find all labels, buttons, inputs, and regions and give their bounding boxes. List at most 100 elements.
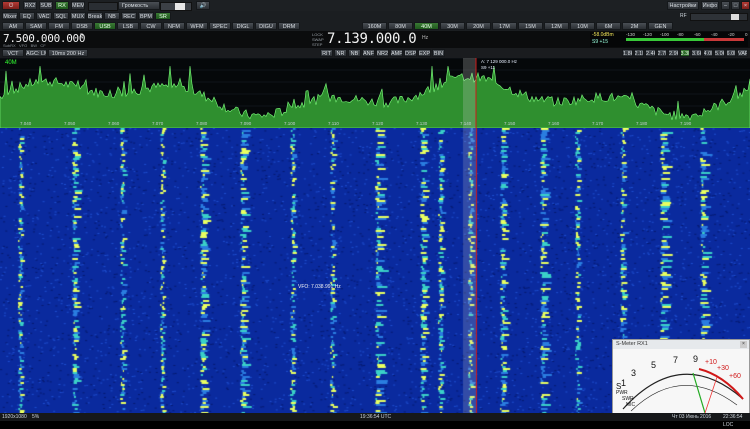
s9: 9	[693, 354, 699, 364]
close-icon[interactable]: ×	[740, 341, 747, 348]
vfo-a-frequency[interactable]: 7.139.000.0	[327, 31, 417, 47]
band-label: 40M	[5, 60, 17, 66]
func-button-bpm[interactable]: BPM	[138, 12, 154, 20]
tuning-slider[interactable]	[88, 2, 118, 11]
maximize-icon[interactable]: □	[731, 1, 740, 10]
func-button-rec[interactable]: REC	[121, 12, 137, 20]
func-button-breakin[interactable]: Breakin	[87, 12, 103, 20]
filter-button-4-0k[interactable]: 4.0K	[702, 49, 713, 57]
mode-button-digl[interactable]: DIGL	[232, 22, 254, 30]
filter-button-5-0k[interactable]: 5.0K	[714, 49, 725, 57]
filter-button-2-9k[interactable]: 2.9K	[668, 49, 679, 57]
filter-button-2-7k[interactable]: 2.7K	[656, 49, 667, 57]
power-button[interactable]: ⏻	[2, 1, 20, 10]
filter-button-2-4k[interactable]: 2.4K	[645, 49, 656, 57]
sub-button[interactable]: SUB	[39, 1, 53, 10]
filter-button-var[interactable]: VAR	[737, 49, 748, 57]
filter-button-3-6k[interactable]: 3.6K	[691, 49, 702, 57]
mode-button-nfm[interactable]: NFM	[163, 22, 185, 30]
dsp-button-anf[interactable]: ANF	[362, 49, 375, 57]
mode-band-toolbar: AM SAM FM DSB USB LSB CW NFM WFM SPEC DIGL DIGU DRM …	[0, 21, 750, 31]
s10: +10	[705, 359, 717, 366]
speaker-icon[interactable]: 🔊	[196, 1, 210, 10]
band-button-20m[interactable]: 20M	[466, 22, 491, 30]
band-button-gen[interactable]: GEN	[648, 22, 673, 30]
func-button-sr[interactable]: SR	[155, 12, 171, 20]
band-button-30m[interactable]: 30M	[440, 22, 465, 30]
func-button-nb[interactable]: NB	[104, 12, 120, 20]
cursor-readout-sval: S9 +11	[481, 65, 496, 70]
rx-button[interactable]: RX	[55, 1, 69, 10]
filter-button-3-3k[interactable]: 3.3K	[679, 49, 690, 57]
step-label[interactable]: STEP	[312, 42, 324, 47]
filter-button-2-1k[interactable]: 2.1K	[633, 49, 644, 57]
band-button-2m[interactable]: 2M	[622, 22, 647, 30]
function-toolbar: MixerEQVACSQLMUXBreakinNBRECBPMSR RF	[0, 11, 750, 21]
meter-scale-label: 0	[745, 32, 748, 37]
mode-button-usb[interactable]: USB	[94, 22, 116, 30]
dsp-button-amp[interactable]: AMP	[390, 49, 403, 57]
slider-handle[interactable]	[175, 3, 185, 10]
mode-button-spec[interactable]: SPEC	[209, 22, 231, 30]
mode-button-fm[interactable]: FM	[48, 22, 70, 30]
agc-button-agc-lmm[interactable]: AGC: LMM	[25, 49, 47, 57]
volume-slider[interactable]	[160, 2, 192, 11]
band-button-40m[interactable]: 40M	[414, 22, 439, 30]
vfo-readout: VFO: 7.038.991 Hz	[298, 284, 341, 290]
dsp-button-rit[interactable]: RIT	[320, 49, 333, 57]
spectrum-plot[interactable]	[0, 58, 750, 128]
agc-button-vct[interactable]: VCT	[2, 49, 24, 57]
dsp-button-exp[interactable]: EXP	[418, 49, 431, 57]
band-button-10m[interactable]: 10M	[570, 22, 595, 30]
status-cpu: 5%	[32, 414, 40, 420]
freq-tick-label: 7.080	[196, 121, 208, 126]
close-icon[interactable]: ×	[741, 1, 750, 10]
band-button-17m[interactable]: 17M	[492, 22, 517, 30]
band-button-6m[interactable]: 6M	[596, 22, 621, 30]
mode-button-dsb[interactable]: DSB	[71, 22, 93, 30]
spectrum-panel[interactable]: 40M A: 7 129 000.0 Hz S9 +11 7.040 7.050 7…	[0, 58, 750, 128]
filter-button-1-8k[interactable]: 1.8K	[622, 49, 633, 57]
vfo-passband[interactable]	[463, 58, 476, 128]
vfo-lock-labels: LOCK SWAP STEP	[312, 32, 324, 47]
band-button-12m[interactable]: 12M	[544, 22, 569, 30]
slider-handle[interactable]	[731, 14, 739, 20]
settings-menu[interactable]: Настройки	[667, 1, 699, 10]
dsp-button-nr[interactable]: NR	[334, 49, 347, 57]
agc-button-10ms-200-hz[interactable]: 10ms 200 Hz	[48, 49, 88, 57]
meter-bar-over	[704, 38, 744, 41]
mode-button-sam[interactable]: SAM	[25, 22, 47, 30]
dsp-button-nb[interactable]: NB	[348, 49, 361, 57]
mode-button-digu[interactable]: DIGU	[255, 22, 277, 30]
s-meter-window[interactable]: S-Meter RX1 × 1 3 5 7 9 +10 +30 +60 S PW…	[612, 339, 750, 413]
filter-button-6-0k[interactable]: 6.0K	[725, 49, 736, 57]
band-button-15m[interactable]: 15M	[518, 22, 543, 30]
freq-unit: Hz	[422, 35, 429, 41]
meter-scale-label: -20	[728, 32, 735, 37]
spectrum-trace	[0, 65, 750, 128]
mem-button[interactable]: MEM	[71, 1, 85, 10]
rf-slider[interactable]	[690, 13, 748, 21]
meter-scale-label: -100	[660, 32, 670, 37]
func-button-mux[interactable]: MUX	[70, 12, 86, 20]
info-menu[interactable]: Инфо	[701, 1, 719, 10]
mode-button-lsb[interactable]: LSB	[117, 22, 139, 30]
mode-button-wfm[interactable]: WFM	[186, 22, 208, 30]
rx2-button[interactable]: RX2	[23, 1, 37, 10]
band-button-160m[interactable]: 160M	[362, 22, 387, 30]
func-button-vac[interactable]: VAC	[36, 12, 52, 20]
dsp-button-bin[interactable]: BIN	[432, 49, 445, 57]
dsp-button-nr2[interactable]: NR2	[376, 49, 389, 57]
mode-button-cw[interactable]: CW	[140, 22, 162, 30]
mode-button-am[interactable]: AM	[2, 22, 24, 30]
dsp-button-dsp[interactable]: DSP	[404, 49, 417, 57]
band-button-80m[interactable]: 80M	[388, 22, 413, 30]
func-button-mixer[interactable]: Mixer	[2, 12, 18, 20]
minimize-icon[interactable]: –	[721, 1, 730, 10]
func-button-sql[interactable]: SQL	[53, 12, 69, 20]
mode-button-drm[interactable]: DRM	[278, 22, 300, 30]
meter-scale-label: -60	[694, 32, 701, 37]
freq-tick-label: 7.050	[64, 121, 76, 126]
frequency-bar: 7.500.000.000 0 SubRX VFO BW CF LOCK SWA…	[0, 31, 750, 48]
func-button-eq[interactable]: EQ	[19, 12, 35, 20]
